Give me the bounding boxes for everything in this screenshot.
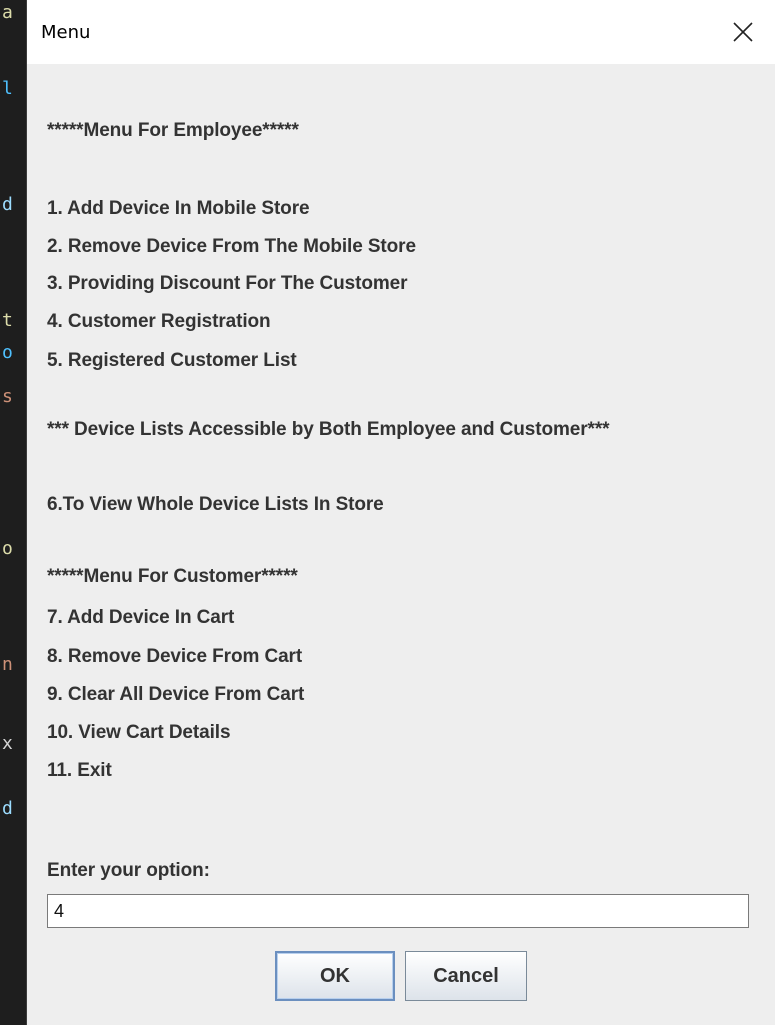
menu-option-7: 7. Add Device In Cart [47,607,235,628]
menu-option-6: 6.To View Whole Device Lists In Store [47,494,384,515]
close-button[interactable] [711,0,775,64]
close-icon [733,22,753,42]
menu-option-8: 8. Remove Device From Cart [47,646,303,667]
menu-dialog: Menu *****Menu For Employee***** 1. Add … [26,0,775,1025]
menu-option-10: 10. View Cart Details [47,722,231,743]
title-bar: Menu [27,0,775,64]
option-input[interactable] [47,894,749,928]
ok-button[interactable]: OK [275,951,395,1001]
window-title: Menu [41,22,91,43]
menu-option-1: 1. Add Device In Mobile Store [47,198,310,219]
employee-menu-heading: *****Menu For Employee***** [47,120,299,141]
menu-option-3: 3. Providing Discount For The Customer [47,273,408,294]
background-editor-strip: a l d t o s o n x d [0,0,26,1025]
menu-option-2: 2. Remove Device From The Mobile Store [47,236,416,257]
menu-option-9: 9. Clear All Device From Cart [47,684,305,705]
menu-option-11: 11. Exit [47,760,112,781]
menu-option-5: 5. Registered Customer List [47,350,297,371]
menu-option-4: 4. Customer Registration [47,311,271,332]
option-prompt-label: Enter your option: [47,860,210,881]
shared-menu-heading: *** Device Lists Accessible by Both Empl… [47,419,610,440]
customer-menu-heading: *****Menu For Customer***** [47,566,298,587]
cancel-button[interactable]: Cancel [405,951,527,1001]
